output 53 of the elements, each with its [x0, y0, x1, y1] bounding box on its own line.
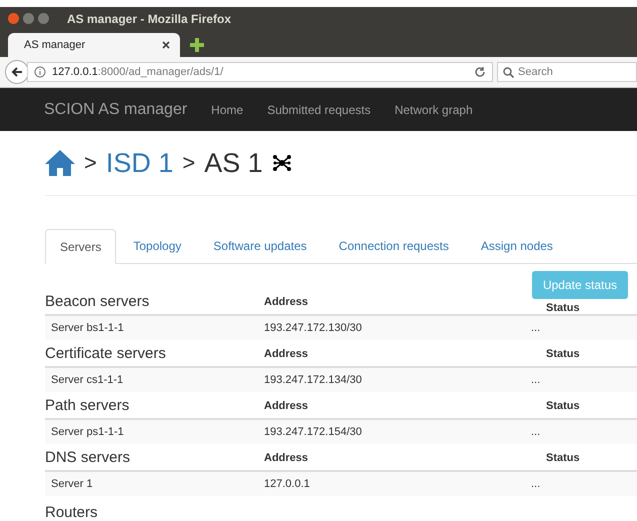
column-header: Address	[264, 296, 310, 310]
table-cell: ...	[531, 366, 637, 392]
tab[interactable]: Topology	[118, 229, 196, 263]
home-icon[interactable]	[45, 150, 75, 176]
column-header: Status	[545, 348, 581, 362]
network-icon	[272, 154, 292, 172]
close-icon[interactable]	[162, 41, 170, 49]
reload-icon[interactable]	[474, 66, 486, 78]
table-cell: Server cs1-1-1	[45, 366, 264, 392]
nav-link[interactable]: Submitted requests	[267, 102, 371, 116]
section-title: Beacon servers	[45, 293, 150, 312]
column-header: Status	[545, 452, 581, 466]
table-cell: 193.247.172.154/30	[264, 418, 531, 444]
table-cell: Server 1	[45, 470, 264, 496]
column-header: Status	[545, 302, 581, 314]
breadcrumb-separator: >	[84, 150, 97, 176]
tab[interactable]: Software updates	[198, 229, 322, 263]
address-bar[interactable]: 127.0.0.1:8000/ad_manager/ads/1/	[27, 62, 493, 82]
search-icon	[503, 66, 514, 78]
section-title: Path servers	[45, 397, 130, 416]
table-cell: ...	[531, 470, 637, 496]
tab[interactable]: Servers	[45, 229, 116, 264]
table-cell: ...	[531, 418, 637, 444]
nav-link[interactable]: Network graph	[394, 102, 473, 116]
table-cell: 127.0.0.1	[264, 470, 531, 496]
section-title: Certificate servers	[45, 345, 167, 364]
breadcrumb-separator: >	[182, 150, 196, 176]
table-cell: 193.247.172.130/30	[264, 314, 531, 340]
column-header: Address	[264, 452, 310, 466]
info-icon[interactable]	[34, 66, 46, 78]
table-cell: Server ps1-1-1	[45, 418, 264, 444]
back-button[interactable]	[5, 60, 29, 84]
minimize-icon[interactable]	[23, 13, 34, 24]
tab[interactable]: Assign nodes	[466, 229, 568, 263]
table-cell: Server bs1-1-1	[45, 314, 264, 340]
breadcrumb-link[interactable]: ISD 1	[106, 148, 174, 178]
brand-link[interactable]: SCION AS manager	[44, 100, 188, 118]
column-header: Address	[264, 348, 310, 362]
column-header: Status	[545, 400, 581, 414]
tab[interactable]: Connection requests	[324, 229, 464, 263]
browser-tab[interactable]: AS manager	[8, 33, 180, 57]
page-title: AS 1	[204, 148, 263, 178]
section-title: DNS servers	[45, 449, 132, 468]
plus-icon[interactable]	[190, 38, 204, 52]
table-cell: 193.247.172.134/30	[264, 366, 531, 392]
nav-link[interactable]: Home	[211, 102, 244, 116]
maximize-icon[interactable]	[38, 13, 49, 24]
section-title: Routers	[45, 504, 99, 521]
table-cell: ...	[531, 314, 637, 340]
arrow-icon	[11, 66, 23, 78]
search-field[interactable]: Search	[497, 62, 637, 82]
window-title: AS manager - Mozilla Firefox	[67, 12, 232, 26]
column-header: Address	[264, 400, 310, 414]
